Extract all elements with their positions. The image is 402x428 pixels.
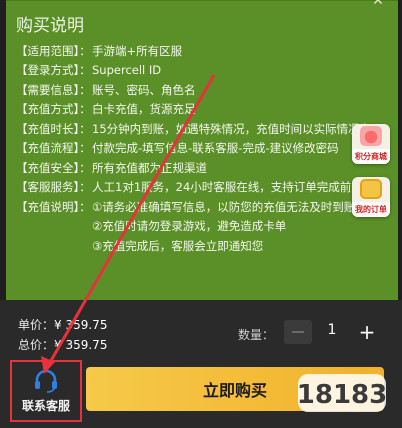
info-value: 手游端+所有区服 bbox=[92, 43, 183, 58]
unit-price: 单价：¥ 359.75 bbox=[18, 316, 107, 333]
info-value: 付款完成-填写信息-联系客服-完成-建议修改密码 bbox=[92, 141, 339, 156]
info-value: ③充值完成后，客服会立即通知您 bbox=[92, 238, 264, 253]
info-value: 白卡充值，货源充足 bbox=[92, 102, 196, 117]
points-mall-button[interactable]: 积分商城 bbox=[352, 124, 390, 164]
order-icon bbox=[360, 179, 382, 199]
info-value: 所有充值都为正规渠道 bbox=[92, 160, 207, 175]
my-orders-label: 我的订单 bbox=[352, 202, 390, 217]
close-icon[interactable]: ✕ bbox=[368, 0, 388, 8]
total-price: 总价：¥ 359.75 bbox=[18, 336, 107, 353]
info-value: ①请务必准确填写信息，以防您的充值无法及时到账 bbox=[92, 199, 356, 214]
info-label: 【适用范围】： bbox=[16, 43, 91, 58]
quantity-increase-button[interactable]: + bbox=[356, 320, 378, 344]
headset-icon bbox=[35, 369, 57, 393]
info-row: 【登录方式】： Supercell ID bbox=[16, 61, 386, 81]
total-price-label: 总价： bbox=[18, 338, 55, 352]
info-value: 人工1对1服务，24小时客服在线，支持订单完成前退 bbox=[92, 180, 363, 195]
info-row-continued: ③充值完成后，客服会立即通知您 bbox=[16, 236, 386, 256]
contact-service-button[interactable]: 联系客服 bbox=[10, 360, 82, 422]
svg-text:18183: 18183 bbox=[297, 380, 387, 410]
info-row: 【充值流程】： 付款完成-填写信息-联系客服-完成-建议修改密码 bbox=[16, 139, 386, 159]
info-label: 【充值方式】： bbox=[16, 102, 91, 117]
purchase-info-panel: ✕ 购买说明 【适用范围】： 手游端+所有区服 【登录方式】： Supercell … bbox=[6, 0, 398, 300]
info-value: Supercell ID bbox=[92, 63, 162, 78]
unit-price-label: 单价： bbox=[18, 318, 55, 332]
info-label: 【充值时长】： bbox=[16, 121, 91, 136]
info-value: 15分钟内到账，如遇特殊情况，充值时间以实际情况为 bbox=[92, 121, 372, 136]
info-list: 【适用范围】： 手游端+所有区服 【登录方式】： Supercell ID 【需要信… bbox=[16, 41, 386, 256]
panel-title: 购买说明 bbox=[16, 16, 84, 36]
total-price-value: ¥ 359.75 bbox=[54, 338, 108, 352]
quantity-label: 数量： bbox=[238, 328, 275, 342]
info-value: ②充值时请勿登录游戏，避免造成卡单 bbox=[92, 219, 287, 234]
info-label: 【客服服务】： bbox=[16, 180, 91, 195]
info-row: 【充值方式】： 白卡充值，货源充足 bbox=[16, 100, 386, 120]
info-row-continued: ②充值时请勿登录游戏，避免造成卡单 bbox=[16, 217, 386, 237]
info-label: 【充值安全】： bbox=[16, 160, 91, 175]
my-orders-button[interactable]: 我的订单 bbox=[352, 177, 390, 217]
info-row: 【充值时长】： 15分钟内到账，如遇特殊情况，充值时间以实际情况为 bbox=[16, 119, 386, 139]
info-label: 【登录方式】： bbox=[16, 63, 91, 78]
unit-price-value: ¥ 359.75 bbox=[54, 318, 108, 332]
minus-icon bbox=[292, 331, 304, 333]
info-row: 【充值说明】： ①请务必准确填写信息，以防您的充值无法及时到账 bbox=[16, 197, 386, 217]
info-value: 账号、密码、角色名 bbox=[92, 82, 196, 97]
info-row: 【客服服务】： 人工1对1服务，24小时客服在线，支持订单完成前退 bbox=[16, 178, 386, 198]
gift-icon bbox=[360, 126, 382, 146]
buy-now-label: 立即购买 bbox=[202, 381, 267, 400]
contact-service-label: 联系客服 bbox=[21, 398, 70, 413]
info-label: 【需要信息】： bbox=[16, 82, 91, 97]
info-label: 【充值流程】： bbox=[16, 141, 91, 156]
info-row: 【适用范围】： 手游端+所有区服 bbox=[16, 41, 386, 61]
info-row: 【充值安全】： 所有充值都为正规渠道 bbox=[16, 158, 386, 178]
quantity-value[interactable]: 1 bbox=[322, 322, 342, 338]
quantity-decrease-button[interactable] bbox=[284, 320, 312, 344]
info-row: 【需要信息】： 账号、密码、角色名 bbox=[16, 80, 386, 100]
info-label: 【充值说明】： bbox=[16, 199, 91, 214]
watermark-logo: 18183 bbox=[297, 374, 387, 412]
points-mall-label: 积分商城 bbox=[352, 149, 390, 164]
